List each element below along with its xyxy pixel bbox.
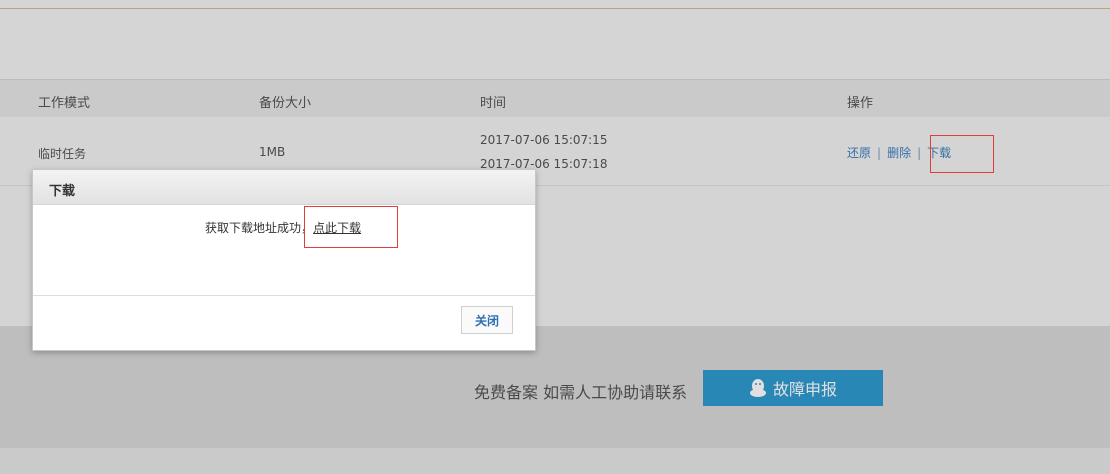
dialog-title: 下载 [49, 184, 76, 199]
download-dialog: 下载 获取下载地址成功，点此下载 关闭 [32, 169, 536, 351]
close-button[interactable]: 关闭 [461, 306, 513, 334]
dialog-header: 下载 [33, 170, 535, 205]
highlight-box-download [930, 135, 994, 173]
dialog-message-text: 获取下载地址成功， [205, 221, 314, 235]
dialog-body: 获取下载地址成功，点此下载 [33, 205, 535, 296]
highlight-box-dialog-link [304, 206, 398, 248]
